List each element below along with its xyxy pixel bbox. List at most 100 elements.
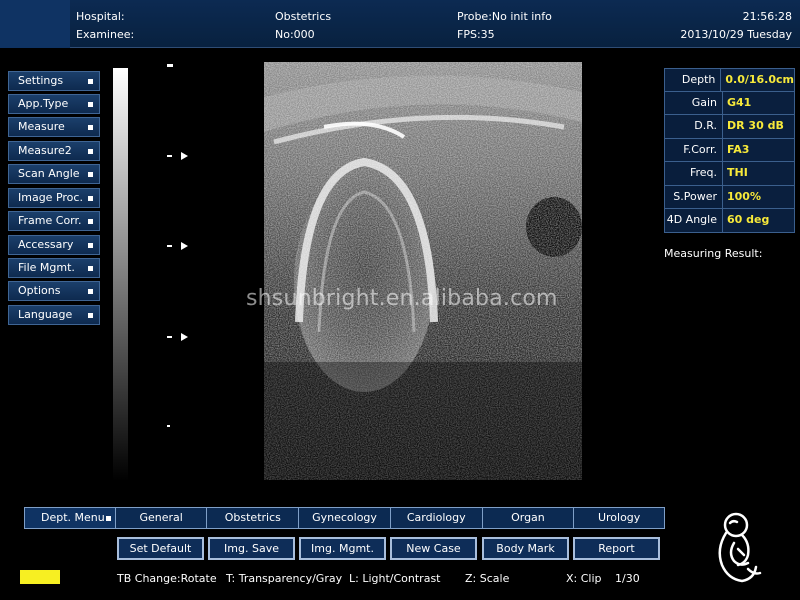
menu-item-label: Scan Angle [18,167,80,180]
menu-item-accessary[interactable]: Accessary [8,235,100,255]
param-label: Depth [665,69,722,91]
parameter-panel: Depth 0.0/16.0cm Gain G41 D.R. DR 30 dB F.C… [664,68,795,233]
dept-tab-organ[interactable]: Organ [481,507,575,529]
menu-item-measure[interactable]: Measure [8,117,100,137]
focus-marker-icon [181,333,188,341]
menu-item-label: Frame Corr. [18,214,82,227]
depth-scale-tick [167,425,170,427]
menu-item-label: Measure [18,120,65,133]
grayscale-bar [113,68,128,481]
depth-scale-tick [167,245,172,247]
param-row-frequency[interactable]: Freq. THI [664,162,795,186]
param-row-dynamic-range[interactable]: D.R. DR 30 dB [664,115,795,139]
case-number: No:000 [275,28,315,41]
param-label: D.R. [665,115,723,138]
exam-type: Obstetrics [275,10,332,23]
report-button[interactable]: Report [573,537,660,560]
header-bar: Hospital: Examinee: Obstetrics No:000 Pr… [0,0,800,48]
param-row-sound-power[interactable]: S.Power 100% [664,185,795,209]
menu-item-file-mgmt[interactable]: File Mgmt. [8,258,100,278]
clock-date: 2013/10/29 Tuesday [680,28,792,41]
submenu-marker-icon [88,125,93,130]
ultrasound-image-svg [264,62,582,480]
menu-item-scan-angle[interactable]: Scan Angle [8,164,100,184]
param-label: F.Corr. [665,138,723,161]
menu-item-label: File Mgmt. [18,261,75,274]
focus-marker-icon [181,242,188,250]
page-indicator: 1/30 [615,572,640,585]
param-value: 100% [723,185,794,208]
probe-info: Probe:No init info [457,10,552,23]
department-menu: Dept. Menu General Obstetrics Gynecology… [24,507,665,529]
submenu-marker-icon [88,289,93,294]
submenu-marker-icon [88,219,93,224]
menu-item-label: Accessary [18,238,74,251]
fetus-icon[interactable] [708,509,764,587]
menu-item-measure2[interactable]: Measure2 [8,141,100,161]
param-value: FA3 [723,138,794,161]
menu-item-label: Options [18,284,61,297]
status-indicator [20,570,60,584]
param-label: 4D Angle [665,209,723,232]
param-row-depth[interactable]: Depth 0.0/16.0cm [664,68,795,92]
set-default-button[interactable]: Set Default [117,537,204,560]
transparency-hint: T: Transparency/Gray [226,572,343,585]
body-mark-button[interactable]: Body Mark [482,537,569,560]
fps-readout: FPS:35 [457,28,495,41]
submenu-marker-icon [88,243,93,248]
dept-menu-button[interactable]: Dept. Menu [24,507,116,529]
menu-item-frame-corr[interactable]: Frame Corr. [8,211,100,231]
depth-scale-tick [167,155,172,157]
dept-tab-general[interactable]: General [114,507,208,529]
dept-tab-cardiology[interactable]: Cardiology [389,507,483,529]
watermark-text: shsunbright.en.alibaba.com [246,286,558,311]
depth-scale-tick [167,64,173,67]
menu-item-label: App.Type [18,97,69,110]
examinee-label: Examinee: [76,28,135,41]
menu-item-options[interactable]: Options [8,281,100,301]
param-value: 0.0/16.0cm [721,69,794,91]
menu-item-label: Settings [18,74,64,87]
hospital-label: Hospital: [76,10,125,23]
clock-time: 21:56:28 [742,10,792,23]
menu-item-label: Image Proc. [18,191,83,204]
scale-hint: Z: Scale [465,572,510,585]
menu-item-settings[interactable]: Settings [8,71,100,91]
submenu-marker-icon [88,102,93,107]
dept-tab-obstetrics[interactable]: Obstetrics [206,507,300,529]
logo-block [0,0,70,48]
param-value: DR 30 dB [723,115,794,138]
param-label: S.Power [665,185,723,208]
submenu-marker-icon [88,196,93,201]
dept-tab-urology[interactable]: Urology [573,507,665,529]
img-save-button[interactable]: Img. Save [208,537,295,560]
menu-item-label: Measure2 [18,144,72,157]
menu-item-label: Language [18,308,73,321]
submenu-marker-icon [105,516,111,521]
param-value: THI [723,162,794,185]
param-row-gain[interactable]: Gain G41 [664,91,795,115]
dept-menu-label: Dept. Menu [41,511,105,524]
submenu-marker-icon [88,266,93,271]
measuring-result-label: Measuring Result: [664,247,763,260]
menu-item-image-proc[interactable]: Image Proc. [8,188,100,208]
param-label: Freq. [665,162,723,185]
submenu-marker-icon [88,172,93,177]
submenu-marker-icon [88,313,93,318]
light-contrast-hint: L: Light/Contrast [349,572,441,585]
menu-item-language[interactable]: Language [8,305,100,325]
submenu-marker-icon [88,79,93,84]
fetus-icon-svg [718,512,762,583]
depth-scale-tick [167,336,172,338]
focus-marker-icon [181,152,188,160]
param-value: G41 [723,91,794,114]
param-label: Gain [665,91,723,114]
new-case-button[interactable]: New Case [390,537,477,560]
param-row-4d-angle[interactable]: 4D Angle 60 deg [664,209,795,233]
ultrasound-image[interactable] [264,62,582,480]
tb-change-hint: TB Change:Rotate [117,572,217,585]
dept-tab-gynecology[interactable]: Gynecology [298,507,391,529]
img-mgmt-button[interactable]: Img. Mgmt. [299,537,386,560]
param-row-frame-corr[interactable]: F.Corr. FA3 [664,138,795,162]
menu-item-app-type[interactable]: App.Type [8,94,100,114]
